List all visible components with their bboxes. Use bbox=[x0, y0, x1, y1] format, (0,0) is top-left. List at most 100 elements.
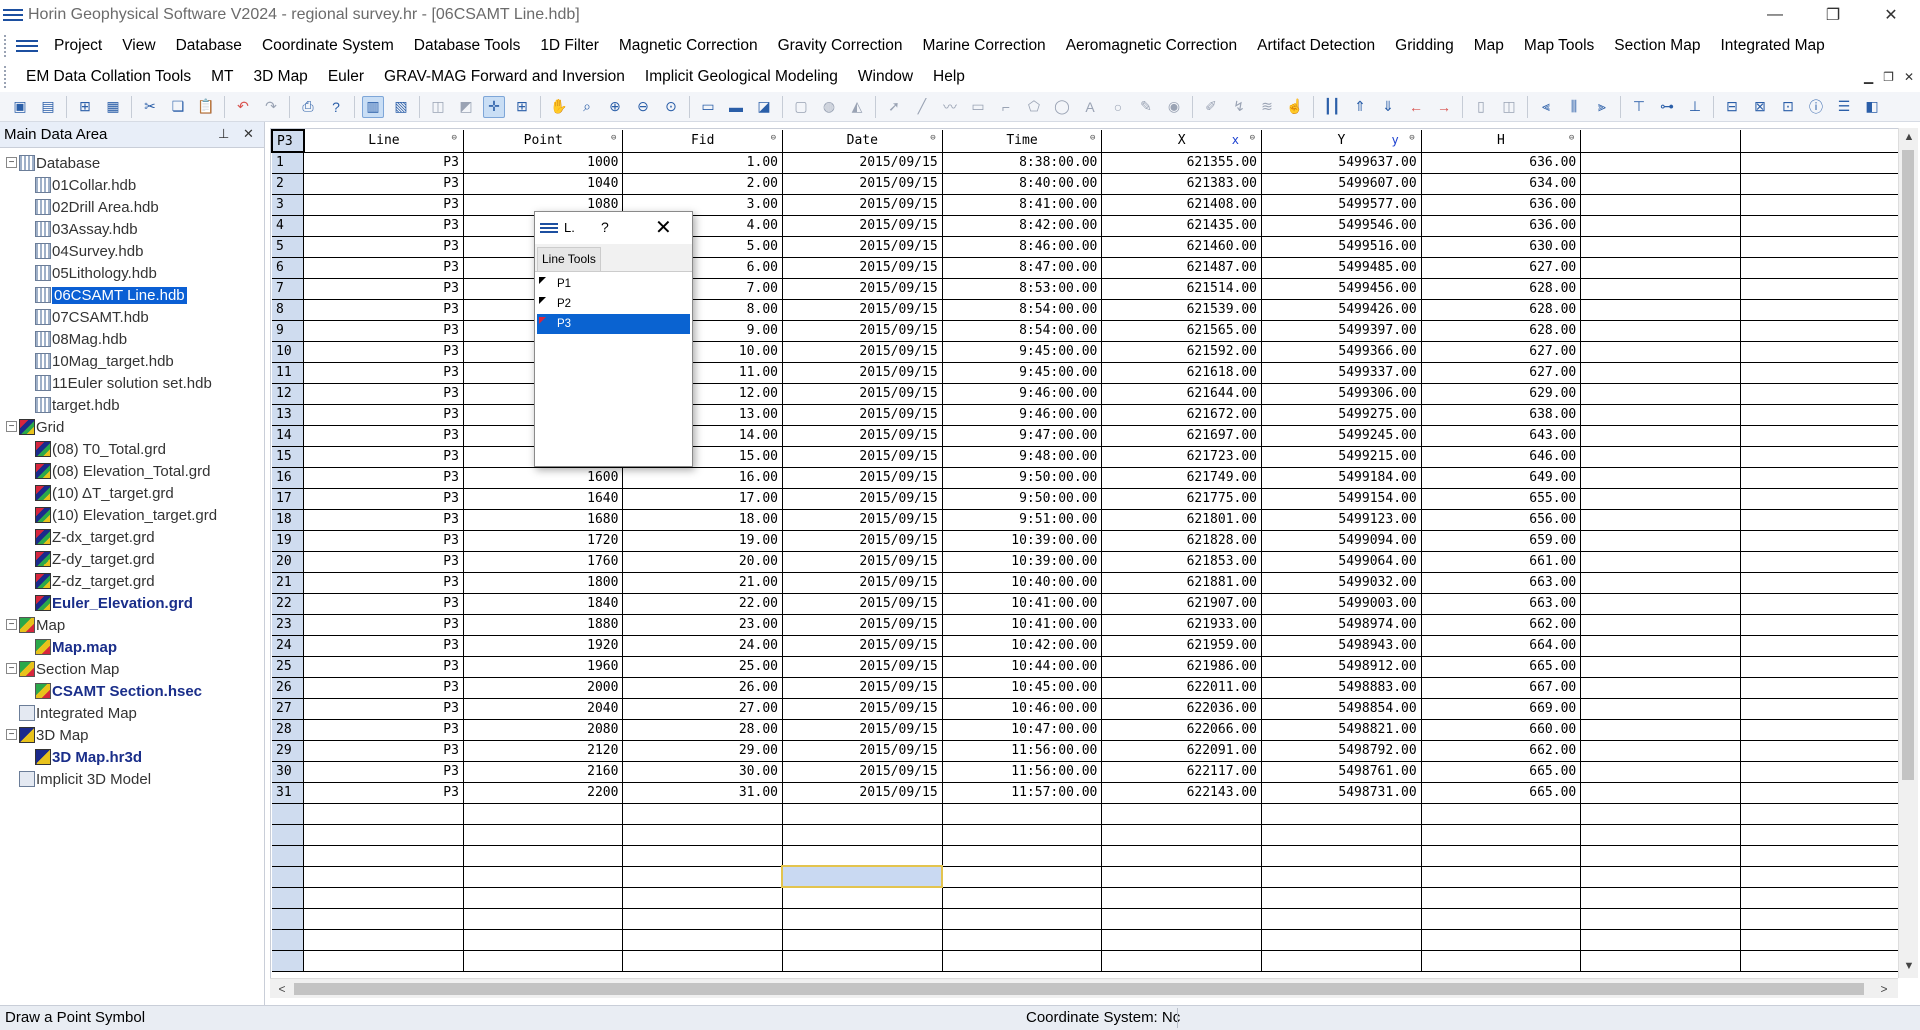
table-cell[interactable] bbox=[1580, 635, 1741, 657]
table-cell[interactable]: 16.00 bbox=[622, 467, 783, 489]
table-icon[interactable]: ▦ bbox=[102, 96, 124, 118]
polygon-icon[interactable]: ⌐ bbox=[995, 96, 1017, 118]
row-number[interactable]: 16 bbox=[272, 467, 305, 489]
table-cell[interactable]: 10:39:00.00 bbox=[942, 530, 1103, 552]
align-middle-icon[interactable]: ⊶ bbox=[1656, 96, 1678, 118]
table-cell[interactable]: 1040 bbox=[463, 173, 624, 195]
collapse-toggle-icon[interactable]: − bbox=[6, 729, 17, 740]
menu-artifact-detection[interactable]: Artifact Detection bbox=[1247, 30, 1385, 61]
select-arrow-icon[interactable]: ➚ bbox=[883, 96, 905, 118]
table-cell[interactable]: 2015/09/15 bbox=[782, 194, 943, 216]
table-cell[interactable]: P3 bbox=[303, 467, 464, 489]
row-number[interactable] bbox=[272, 866, 305, 888]
table-cell[interactable] bbox=[1580, 740, 1741, 762]
table-cell[interactable] bbox=[782, 824, 943, 846]
row-number[interactable]: 25 bbox=[272, 656, 305, 678]
row-number[interactable]: 5 bbox=[272, 236, 305, 258]
table-cell[interactable]: 622091.00 bbox=[1101, 740, 1263, 762]
copy-icon[interactable]: ❏ bbox=[167, 96, 189, 118]
table-cell[interactable]: 621565.00 bbox=[1101, 320, 1263, 342]
table-cell[interactable]: 2015/09/15 bbox=[782, 572, 943, 594]
row-number[interactable]: 2 bbox=[272, 173, 305, 195]
table-cell[interactable]: 1720 bbox=[463, 530, 624, 552]
scroll-right-icon[interactable]: > bbox=[1874, 979, 1894, 999]
crosshair-icon[interactable]: ✛ bbox=[483, 95, 505, 118]
row-number[interactable]: 26 bbox=[272, 677, 305, 699]
table-cell[interactable]: P3 bbox=[303, 614, 464, 636]
print-icon[interactable]: ⎙ bbox=[297, 96, 319, 118]
table-cell[interactable]: 5499366.00 bbox=[1261, 341, 1422, 363]
column-menu-icon[interactable]: ⊖ bbox=[771, 133, 776, 143]
table-cell[interactable]: 10:41:00.00 bbox=[942, 593, 1103, 615]
table-cell[interactable] bbox=[303, 887, 464, 909]
table-cell[interactable]: 621487.00 bbox=[1101, 257, 1263, 279]
table-cell[interactable]: 2015/09/15 bbox=[782, 173, 943, 195]
table-cell[interactable]: 2015/09/15 bbox=[782, 593, 943, 615]
table-cell[interactable]: 2015/09/15 bbox=[782, 404, 943, 426]
table-cell[interactable]: 9:50:00.00 bbox=[942, 467, 1103, 489]
table-cell[interactable]: 9:47:00.00 bbox=[942, 425, 1103, 447]
grid-corner-cell[interactable]: P3 bbox=[271, 129, 305, 153]
menu-euler[interactable]: Euler bbox=[318, 61, 374, 92]
table-cell[interactable] bbox=[942, 887, 1103, 909]
table-cell[interactable] bbox=[622, 908, 783, 930]
table-cell[interactable]: 19.00 bbox=[622, 530, 783, 552]
table-cell[interactable]: 9:45:00.00 bbox=[942, 362, 1103, 384]
collapse-toggle-icon[interactable]: − bbox=[6, 157, 17, 168]
table-cell[interactable] bbox=[1101, 866, 1263, 888]
row-number[interactable] bbox=[272, 929, 305, 951]
table-cell[interactable] bbox=[1740, 740, 1900, 762]
table-cell[interactable]: 1960 bbox=[463, 656, 624, 678]
column-menu-icon[interactable]: ⊖ bbox=[930, 133, 935, 143]
table-cell[interactable]: P3 bbox=[303, 719, 464, 741]
table-cell[interactable] bbox=[622, 929, 783, 951]
arrow-left-icon[interactable]: ← bbox=[1405, 96, 1427, 118]
menu-map[interactable]: Map bbox=[1464, 30, 1514, 61]
about-icon[interactable]: ⓘ bbox=[1805, 96, 1827, 118]
table-cell[interactable] bbox=[1580, 257, 1741, 279]
row-number[interactable] bbox=[272, 845, 305, 867]
table-cell[interactable] bbox=[1580, 341, 1741, 363]
table-cell[interactable]: 10:46:00.00 bbox=[942, 698, 1103, 720]
table-cell[interactable] bbox=[1580, 404, 1741, 426]
table-cell[interactable]: 9:46:00.00 bbox=[942, 404, 1103, 426]
dialog-help-button[interactable]: ? bbox=[601, 219, 609, 235]
menu-project[interactable]: Project bbox=[44, 30, 112, 61]
table-cell[interactable]: P3 bbox=[303, 299, 464, 321]
table-cell[interactable]: 669.00 bbox=[1421, 698, 1582, 720]
tree-item-database[interactable]: 07CSAMT.hdb bbox=[0, 306, 264, 328]
table-cell[interactable] bbox=[782, 908, 943, 930]
table-cell[interactable] bbox=[1261, 929, 1422, 951]
row-number[interactable]: 4 bbox=[272, 215, 305, 237]
table-cell[interactable] bbox=[1580, 488, 1741, 510]
table-cell[interactable] bbox=[1580, 215, 1741, 237]
table-cell[interactable] bbox=[1101, 950, 1263, 972]
table-cell[interactable]: 5499123.00 bbox=[1261, 509, 1422, 531]
window-icon[interactable]: ▭ bbox=[697, 96, 719, 118]
table-cell[interactable] bbox=[1580, 572, 1741, 594]
row-number[interactable]: 20 bbox=[272, 551, 305, 573]
table-cell[interactable]: 2200 bbox=[463, 782, 624, 804]
table-cell[interactable]: 665.00 bbox=[1421, 761, 1582, 783]
table-cell[interactable]: 5499546.00 bbox=[1261, 215, 1422, 237]
table-cell[interactable]: P3 bbox=[303, 530, 464, 552]
ellipse-icon[interactable]: ○ bbox=[1107, 96, 1129, 118]
vertical-scroll-thumb[interactable] bbox=[1902, 150, 1914, 780]
table-cell[interactable] bbox=[303, 950, 464, 972]
panel-close-icon[interactable]: ✕ bbox=[243, 126, 254, 142]
dialog-title-bar[interactable]: L. ? ✕ bbox=[535, 212, 692, 244]
table-cell[interactable]: P3 bbox=[303, 425, 464, 447]
table-cell[interactable] bbox=[1421, 866, 1582, 888]
table-cell[interactable] bbox=[463, 824, 624, 846]
table-cell[interactable]: P3 bbox=[303, 551, 464, 573]
table-cell[interactable]: 5499516.00 bbox=[1261, 236, 1422, 258]
table-cell[interactable] bbox=[942, 866, 1103, 888]
table-cell[interactable]: 8:47:00.00 bbox=[942, 257, 1103, 279]
table-cell[interactable]: 621460.00 bbox=[1101, 236, 1263, 258]
table-cell[interactable]: 621959.00 bbox=[1101, 635, 1263, 657]
panel-icon[interactable]: ◧ bbox=[1861, 96, 1883, 118]
table-cell[interactable] bbox=[1740, 950, 1900, 972]
table-cell[interactable]: 663.00 bbox=[1421, 593, 1582, 615]
column-header[interactable]: Date ⊖ bbox=[782, 130, 943, 153]
table-cell[interactable]: P3 bbox=[303, 215, 464, 237]
